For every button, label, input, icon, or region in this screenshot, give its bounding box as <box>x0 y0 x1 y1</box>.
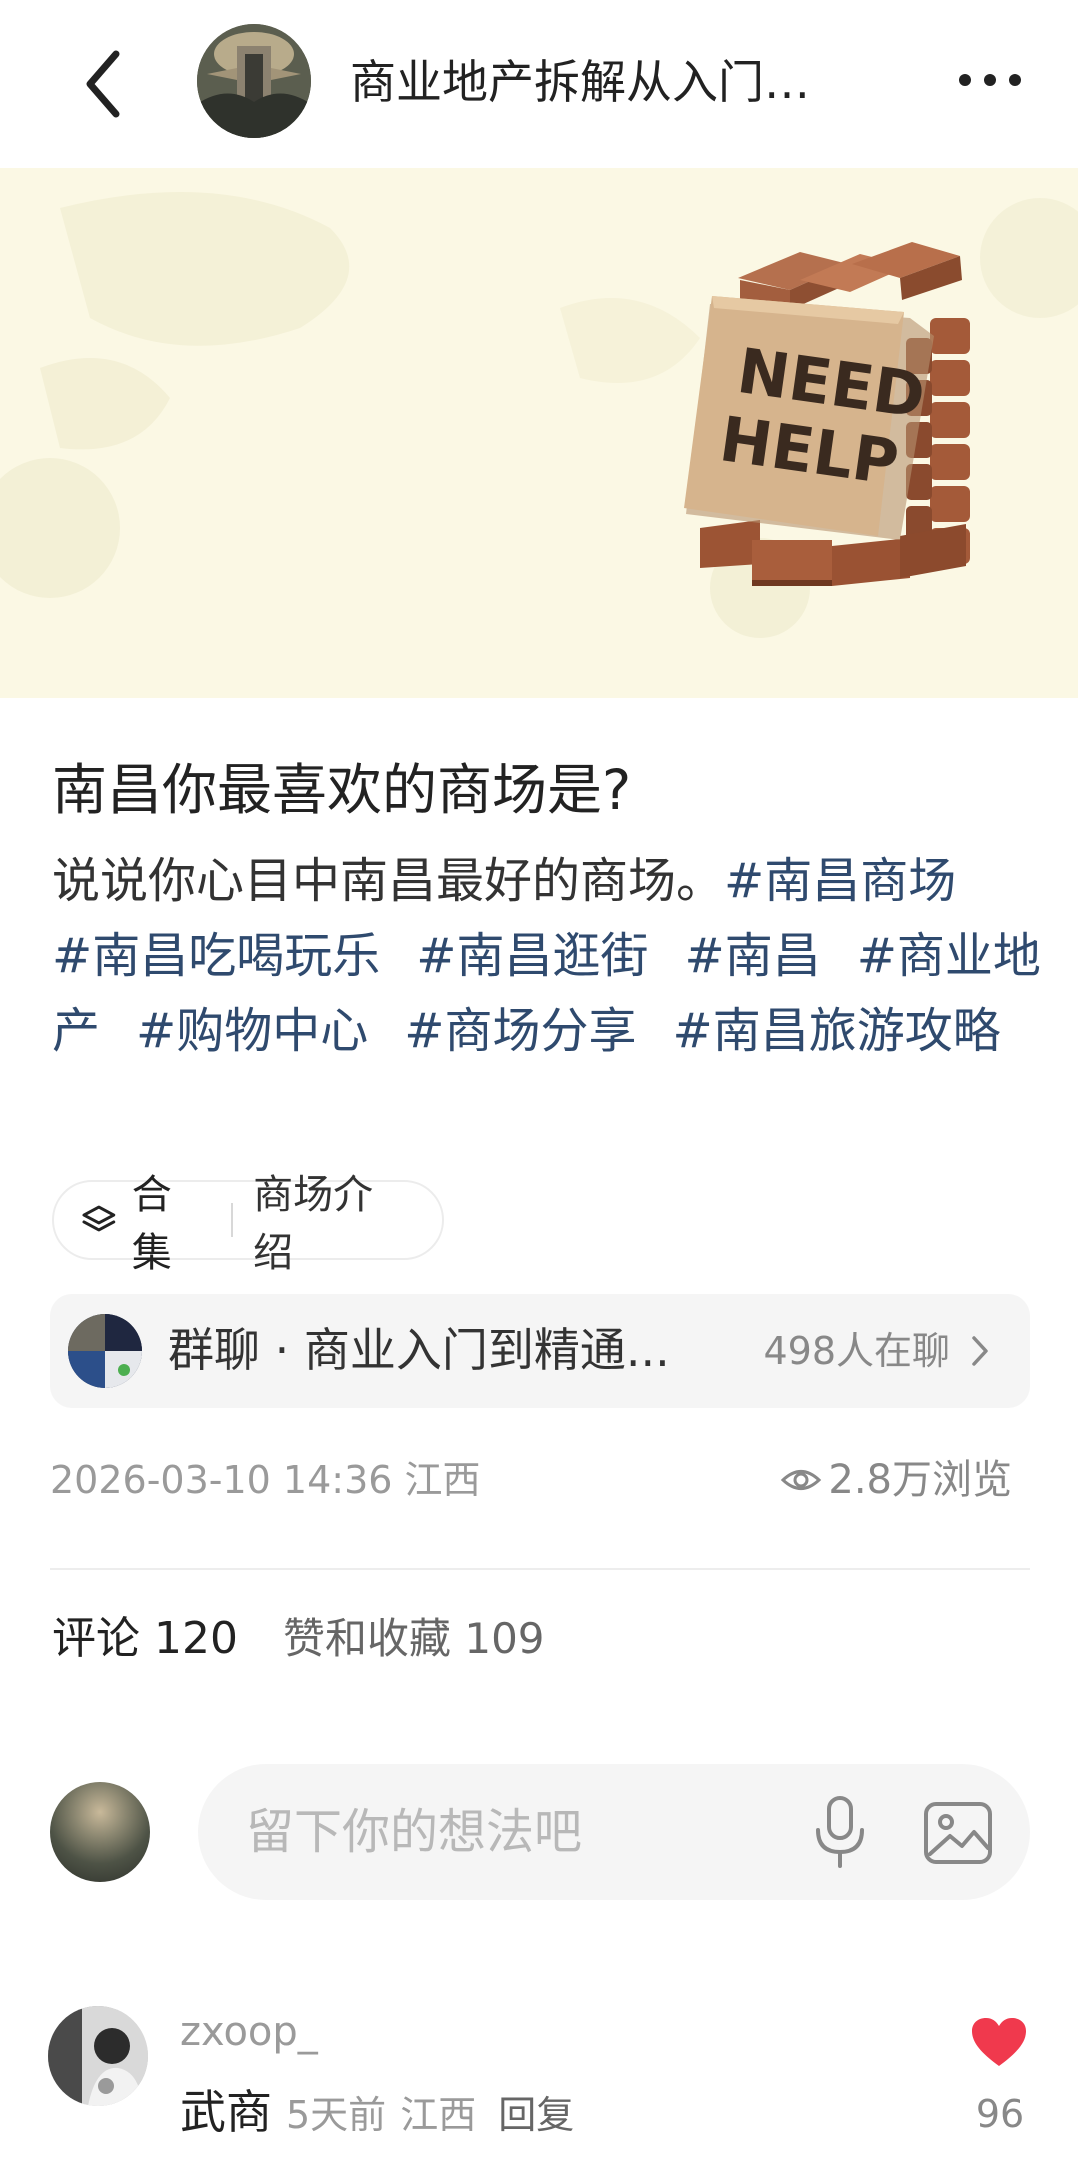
post-body-text: 说说你心目中南昌最好的商场。 <box>52 853 725 909</box>
group-chat-name: 群聊 · 商业入门到精通... <box>168 1323 670 1377</box>
comment-input-placeholder: 留下你的想法吧 <box>246 1804 583 1860</box>
hashtag-link[interactable]: #南昌商场 <box>724 853 956 909</box>
microphone-icon[interactable] <box>810 1794 870 1870</box>
hashtag-link[interactable]: #商场分享 <box>404 1003 636 1059</box>
chevron-left-icon <box>86 50 120 118</box>
comment-time: 5天前 <box>286 2093 387 2137</box>
hashtag-link[interactable]: #南昌逛街 <box>416 928 648 984</box>
post-body: 说说你心目中南昌最好的商场。#南昌商场 #南昌吃喝玩乐 #南昌逛街 #南昌 #商业地产… <box>52 844 1042 1069</box>
section-divider <box>50 1568 1030 1570</box>
view-count: 2.8万浏览 <box>780 1452 1012 1508</box>
comment-text: 武商 <box>180 2085 272 2139</box>
eye-icon <box>781 1470 822 1490</box>
post-cover-image[interactable]: NEED HELP <box>0 168 1078 698</box>
group-chat-card[interactable]: 群聊 · 商业入门到精通... 498人在聊 <box>50 1294 1030 1408</box>
view-count-text: 2.8万浏览 <box>828 1457 1012 1503</box>
chevron-right-icon <box>972 1336 988 1366</box>
group-chat-count-text: 498人在聊 <box>763 1329 950 1373</box>
collection-name: 商场介绍 <box>253 1172 374 1276</box>
tab-comments[interactable]: 评论 120 <box>52 1606 238 1672</box>
comment-location: 江西 <box>400 2093 477 2137</box>
hashtag-link[interactable]: #南昌 <box>684 928 820 984</box>
hashtag-link[interactable]: #购物中心 <box>136 1003 368 1059</box>
layers-icon <box>82 1205 116 1232</box>
page-title: 商业地产拆解从入门… <box>350 55 810 109</box>
tab-likes-and-favorites[interactable]: 赞和收藏 109 <box>283 1606 545 1672</box>
comment-input[interactable]: 留下你的想法吧 <box>198 1764 1030 1900</box>
hashtag-link[interactable]: #南昌吃喝玩乐 <box>52 928 380 984</box>
comment-like-count: 96 <box>975 2092 1025 2136</box>
more-horizontal-icon <box>959 74 1021 86</box>
commenter-username[interactable]: zxoop_ <box>180 2004 318 2060</box>
reply-button[interactable]: 回复 <box>498 2084 574 2139</box>
current-user-avatar <box>50 1782 150 1882</box>
group-avatar <box>68 1314 142 1388</box>
image-icon[interactable] <box>922 1800 994 1866</box>
chip-divider <box>231 1203 234 1237</box>
heart-icon[interactable] <box>970 2016 1028 2068</box>
collection-label: 合集 <box>131 1172 172 1276</box>
commenter-avatar[interactable] <box>48 2006 148 2106</box>
post-title: 南昌你最喜欢的商场是? <box>52 758 632 822</box>
group-chat-count: 498人在聊 <box>763 1322 984 1380</box>
author-avatar[interactable] <box>197 24 311 138</box>
need-help-brick-illustration: NEED HELP <box>0 168 1078 698</box>
top-bar: 商业地产拆解从入门… <box>0 0 1078 168</box>
more-button[interactable] <box>955 58 1025 102</box>
post-date-location: 2026-03-10 14:36 江西 <box>50 1458 481 1502</box>
hashtag-link[interactable]: #南昌旅游攻略 <box>672 1003 1000 1059</box>
collection-chip[interactable]: 合集 商场介绍 <box>52 1172 444 1276</box>
comment-content: 武商 5天前 江西 回复 <box>180 2082 574 2142</box>
back-button[interactable] <box>70 44 140 124</box>
